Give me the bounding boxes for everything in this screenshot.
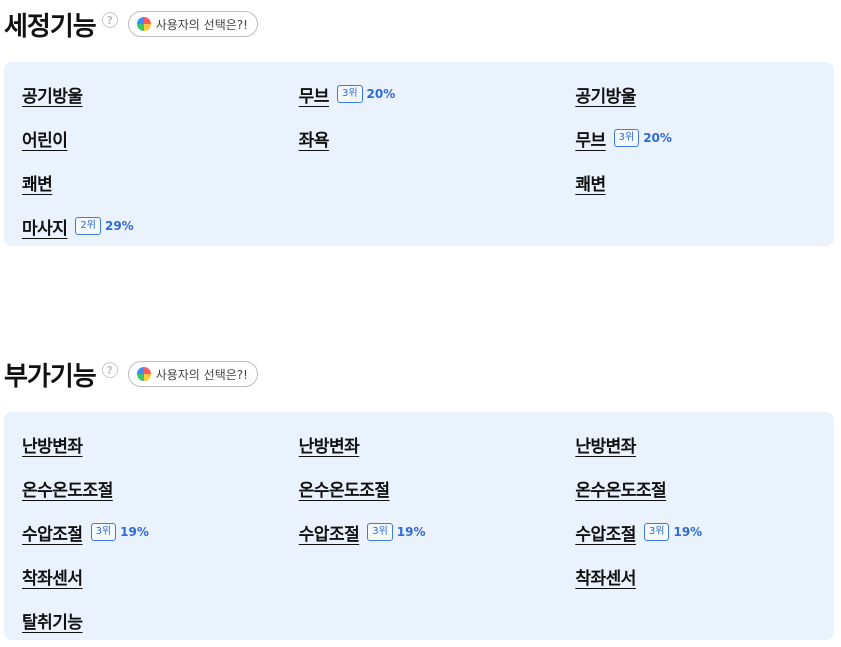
option-link[interactable]: 탈취기능	[22, 608, 83, 633]
section-header: 세정기능 ? 사용자의 선택은?!	[4, 0, 834, 48]
section-title: 부가기능	[4, 361, 97, 392]
rank-badge: 3위	[336, 85, 363, 103]
option-link[interactable]: 난방변좌	[299, 432, 360, 457]
option-item: 수압조절 3위 19%	[22, 510, 281, 554]
user-choice-button[interactable]: 사용자의 선택은?!	[127, 11, 258, 37]
option-link[interactable]: 수압조절	[299, 520, 360, 545]
option-link[interactable]: 쾌변	[22, 170, 53, 195]
option-link[interactable]: 어린이	[22, 126, 68, 151]
option-item: 공기방울	[22, 72, 281, 116]
option-item: 쾌변	[22, 160, 281, 204]
option-item: 무브 3위 20%	[299, 72, 558, 116]
option-item: 난방변좌	[22, 422, 281, 466]
option-link[interactable]: 공기방울	[22, 82, 83, 107]
percent-value: 29%	[104, 219, 134, 233]
option-column: 난방변좌온수온도조절수압조절 3위 19% 착좌센서탈취기능	[4, 422, 281, 642]
rank-badge: 3위	[643, 523, 670, 541]
wash-function-section: 세정기능 ? 사용자의 선택은?! 공기방울 어린이 쾌변 마사지 2위 29% 무브 3위 2…	[4, 0, 834, 246]
option-column: 공기방울무브 3위 20% 쾌변	[557, 72, 834, 248]
option-item: 난방변좌	[299, 422, 558, 466]
option-link[interactable]: 마사지	[22, 214, 68, 239]
section-title: 세정기능	[4, 11, 97, 42]
option-item: 어린이	[22, 116, 281, 160]
option-item: 온수온도조절	[575, 466, 834, 510]
percent-value: 19%	[673, 525, 703, 539]
option-item: 온수온도조절	[299, 466, 558, 510]
user-choice-label: 사용자의 선택은?!	[155, 367, 248, 382]
percent-value: 19%	[396, 525, 426, 539]
option-link[interactable]: 난방변좌	[22, 432, 83, 457]
option-link[interactable]: 온수온도조절	[575, 476, 666, 501]
option-item: 수압조절 3위 19%	[575, 510, 834, 554]
wash-options-panel: 공기방울 어린이 쾌변 마사지 2위 29% 무브 3위 20% 좌욕 공기방울 무브 3위 20% 쾌변	[4, 62, 834, 246]
rank-badge: 3위	[613, 129, 640, 147]
percent-value: 19%	[120, 525, 149, 539]
option-column: 난방변좌온수온도조절수압조절 3위 19%	[281, 422, 558, 642]
option-item: 마사지 2위 29%	[22, 204, 281, 248]
option-item: 온수온도조절	[22, 466, 281, 510]
option-link[interactable]: 무브	[299, 82, 330, 107]
rank-badge: 3위	[367, 523, 393, 541]
pie-chart-icon	[136, 17, 151, 31]
option-link[interactable]: 착좌센서	[22, 564, 83, 589]
option-link[interactable]: 수압조절	[575, 520, 636, 545]
percent-value: 20%	[366, 87, 396, 101]
option-link[interactable]: 온수온도조절	[299, 476, 390, 501]
rank-badge: 3위	[90, 523, 117, 541]
extra-options-panel: 난방변좌 온수온도조절 수압조절 3위 19% 착좌센서 탈취기능 난방변좌 온수온도조절 수압조…	[4, 412, 834, 640]
option-column: 공기방울어린이쾌변마사지 2위 29%	[4, 72, 281, 248]
extra-function-section: 부가기능 ? 사용자의 선택은?! 난방변좌 온수온도조절 수압조절 3위 19% 착좌센…	[4, 350, 834, 640]
option-item: 난방변좌	[575, 422, 834, 466]
user-choice-label: 사용자의 선택은?!	[155, 17, 248, 32]
percent-value: 20%	[643, 131, 672, 145]
option-link[interactable]: 쾌변	[575, 170, 606, 195]
option-column: 무브 3위 20% 좌욕	[281, 72, 558, 248]
rank-badge: 2위	[75, 217, 101, 235]
question-circle-icon[interactable]: ?	[101, 362, 118, 378]
option-item: 탈취기능	[22, 598, 281, 642]
option-link[interactable]: 무브	[575, 126, 606, 151]
option-link[interactable]: 공기방울	[575, 82, 636, 107]
pie-chart-icon	[136, 367, 151, 381]
option-link[interactable]: 수압조절	[22, 520, 83, 545]
option-item: 쾌변	[575, 160, 834, 204]
option-item: 수압조절 3위 19%	[299, 510, 558, 554]
user-choice-button[interactable]: 사용자의 선택은?!	[127, 361, 258, 387]
option-link[interactable]: 착좌센서	[575, 564, 636, 589]
question-circle-icon[interactable]: ?	[101, 12, 118, 28]
option-item: 좌욕	[299, 116, 558, 160]
option-link[interactable]: 온수온도조절	[22, 476, 113, 501]
option-link[interactable]: 좌욕	[299, 126, 330, 151]
option-column: 난방변좌온수온도조절수압조절 3위 19% 착좌센서	[557, 422, 834, 642]
section-header: 부가기능 ? 사용자의 선택은?!	[4, 350, 834, 398]
option-item: 공기방울	[575, 72, 834, 116]
option-item: 착좌센서	[22, 554, 281, 598]
option-item: 착좌센서	[575, 554, 834, 598]
option-link[interactable]: 난방변좌	[575, 432, 636, 457]
option-item: 무브 3위 20%	[575, 116, 834, 160]
